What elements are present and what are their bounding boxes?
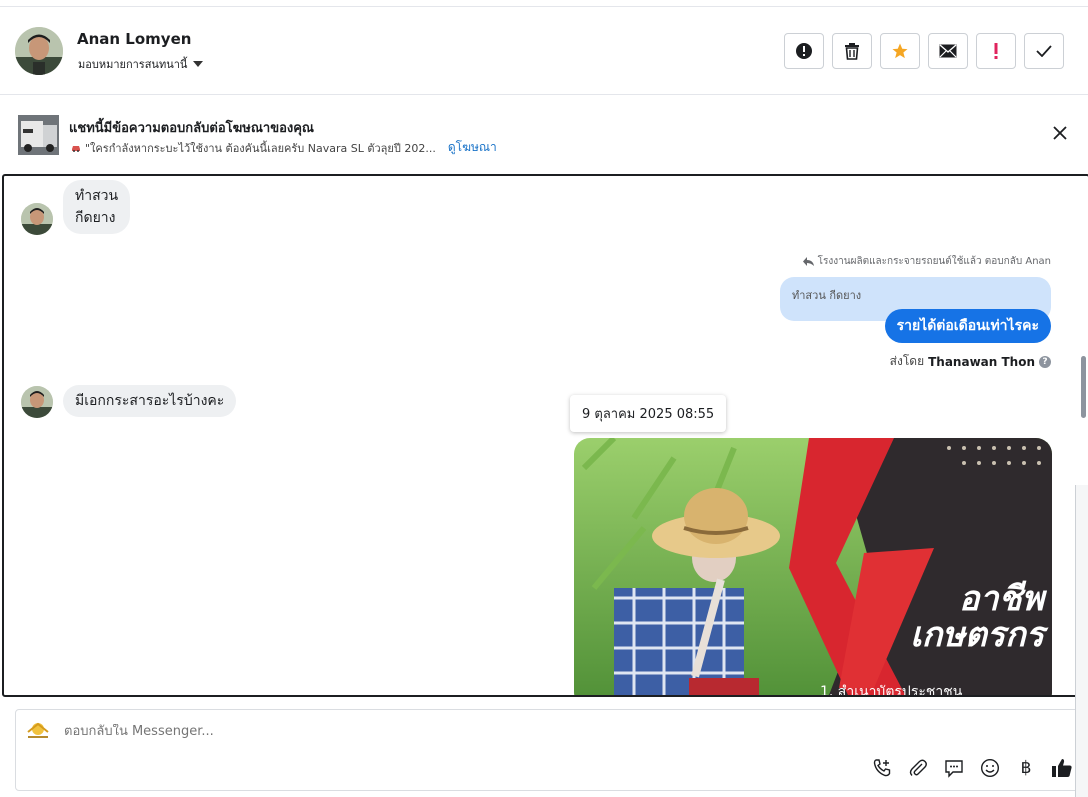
ad-thumbnail[interactable] <box>18 115 59 155</box>
chat-thread[interactable]: ทำสวน กีดยาง โรงงานผลิตและกระจายรถยนต์ใช… <box>2 174 1088 697</box>
page-logo-icon <box>27 722 49 738</box>
assign-dropdown[interactable]: มอบหมายการสนทนานี้ <box>78 55 204 73</box>
message-line: ทำสวน <box>75 188 119 204</box>
star-icon <box>892 43 908 59</box>
ad-reply-banner: แชทนี้มีข้อความตอบกลับต่อโฆษณาของคุณ "ใค… <box>0 95 1088 175</box>
report-button[interactable] <box>784 33 824 69</box>
sender-name: Thanawan Thon <box>928 354 1035 369</box>
ad-banner-title: แชทนี้มีข้อความตอบกลับต่อโฆษณาของคุณ <box>69 121 314 136</box>
view-ad-link[interactable]: ดูโฆษณา <box>448 138 497 157</box>
side-panel-edge <box>1075 485 1088 797</box>
composer-tools: ฿ <box>871 757 1073 779</box>
contact-avatar-small[interactable] <box>21 203 53 235</box>
composer: ฿ <box>15 709 1080 791</box>
outgoing-message[interactable]: รายได้ต่อเดือนเท่าไรคะ <box>884 309 1051 343</box>
star-button[interactable] <box>880 33 920 69</box>
mark-unread-button[interactable] <box>928 33 968 69</box>
sent-by-prefix: ส่งโดย <box>889 354 925 368</box>
baht-icon[interactable]: ฿ <box>1015 757 1037 779</box>
mark-done-button[interactable] <box>1024 33 1064 69</box>
report-icon <box>796 43 812 59</box>
reply-arrow-icon <box>802 256 814 266</box>
spam-icon <box>994 43 998 59</box>
chat-bubble-icon[interactable] <box>943 757 965 779</box>
check-icon <box>1036 45 1052 57</box>
spam-button[interactable] <box>976 33 1016 69</box>
incoming-message[interactable]: ทำสวน กีดยาง <box>63 180 131 234</box>
close-icon[interactable] <box>1052 125 1068 141</box>
phone-plus-icon[interactable] <box>871 757 893 779</box>
image-message[interactable]: อาชีพ เกษตรกร 1. สำเนาบัตรประชาชน <box>574 438 1052 697</box>
conversation-header: Anan Lomyen มอบหมายการสนทนานี้ <box>0 6 1088 95</box>
reply-meta-text: โรงงานผลิตและกระจายรถยนต์ใช้แล้ว ตอบกลับ… <box>817 256 1051 267</box>
message-input[interactable] <box>64 724 664 739</box>
sent-by: ส่งโดย Thanawan Thon ? <box>890 352 1051 371</box>
conversation-actions <box>784 33 1064 69</box>
image-headline-2: เกษตรกร <box>910 615 1049 655</box>
assign-label: มอบหมายการสนทนานี้ <box>78 58 188 71</box>
emoji-icon[interactable] <box>979 757 1001 779</box>
contact-avatar[interactable] <box>15 27 63 75</box>
image-caption: 1. สำเนาบัตรประชาชน <box>820 684 963 697</box>
trash-icon <box>845 43 859 60</box>
ad-snippet-row: "ใครกำลังหากระบะไว้ใช้งาน ต้องคันนี้เลยค… <box>71 138 497 157</box>
caret-down-icon <box>193 61 204 67</box>
contact-avatar-small[interactable] <box>21 386 53 418</box>
message-line: กีดยาง <box>75 210 116 226</box>
delete-button[interactable] <box>832 33 872 69</box>
reply-meta: โรงงานผลิตและกระจายรถยนต์ใช้แล้ว ตอบกลับ… <box>802 254 1051 269</box>
image-headline-1: อาชีพ <box>959 579 1048 619</box>
paperclip-icon[interactable] <box>907 757 929 779</box>
car-icon <box>72 145 80 152</box>
ad-snippet: "ใครกำลังหากระบะไว้ใช้งาน ต้องคันนี้เลยค… <box>85 141 436 155</box>
message-timestamp-tooltip: 9 ตุลาคม 2025 08:55 <box>570 395 727 432</box>
incoming-message[interactable]: มีเอกกระสารอะไรบ้างคะ <box>63 385 237 417</box>
thumbs-up-icon[interactable] <box>1051 757 1073 779</box>
scrollbar-thumb[interactable] <box>1081 356 1086 418</box>
help-icon[interactable]: ? <box>1039 355 1051 368</box>
envelope-icon <box>939 44 957 58</box>
contact-name[interactable]: Anan Lomyen <box>77 30 191 48</box>
